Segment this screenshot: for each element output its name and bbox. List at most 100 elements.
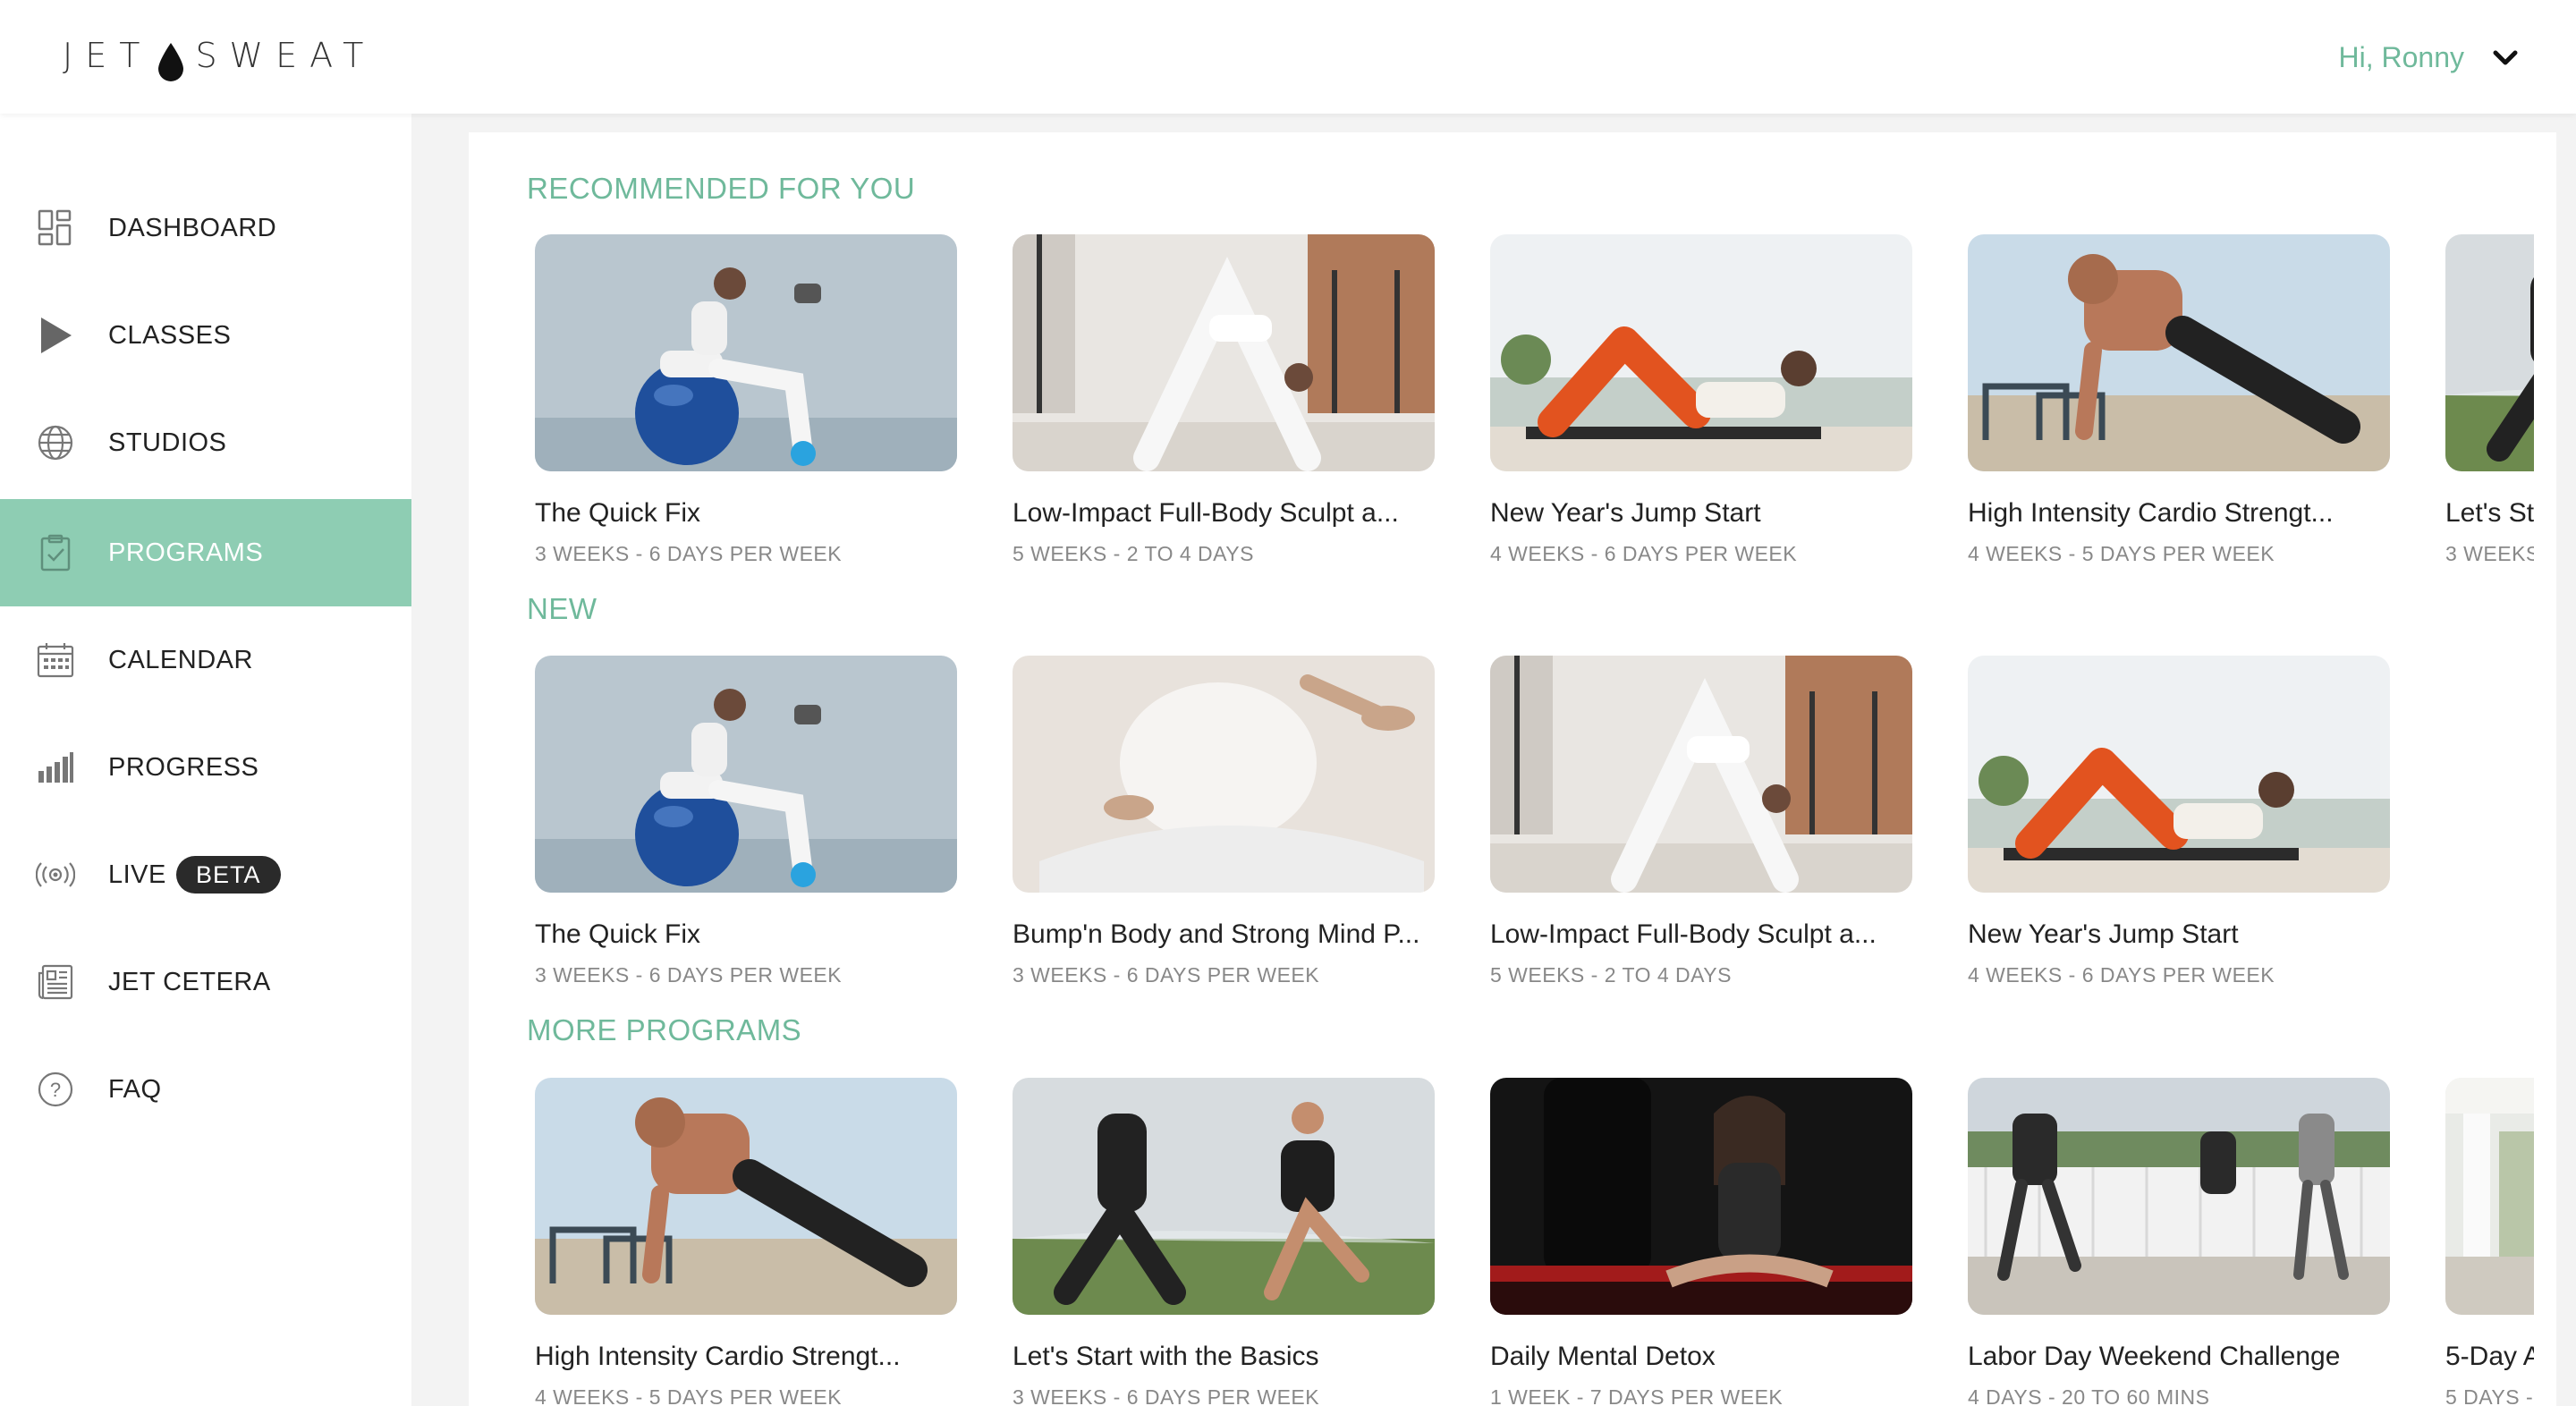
program-title[interactable]: The Quick Fix <box>535 919 1000 950</box>
broadcast-icon <box>36 855 75 894</box>
program-title[interactable]: Bump'n Body and Strong Mind P... <box>1013 919 1478 950</box>
water-drop-icon <box>158 43 184 81</box>
sidebar-item-classes[interactable]: CLASSES <box>0 282 411 389</box>
sidebar-item-programs[interactable]: PROGRAMS <box>0 499 411 606</box>
jetsweat-logo[interactable]: JET SWEAT <box>63 27 376 84</box>
top-header: JET SWEAT Hi, Ronny <box>0 0 2576 114</box>
globe-icon <box>36 423 75 462</box>
dashboard-icon <box>36 208 75 248</box>
program-title[interactable]: High Intensity Cardio Strengt... <box>535 1342 1000 1372</box>
sidebar-item-label: PROGRAMS <box>108 538 264 567</box>
program-thumbnail[interactable] <box>1968 234 2390 471</box>
sidebar-nav: DASHBOARD CLASSES STUDIOS PROGRAMS CALEN… <box>0 114 411 1406</box>
program-title[interactable]: The Quick Fix <box>535 498 1000 529</box>
program-title[interactable]: Let's Start with the Basics <box>1013 1342 1478 1372</box>
sidebar-item-calendar[interactable]: CALENDAR <box>0 606 411 714</box>
program-card[interactable]: The Quick Fix 3 WEEKS - 6 DAYS PER WEEK <box>535 234 957 574</box>
program-card[interactable]: Let's Start with the Basics 3 WEEKS - 6 D… <box>2445 234 2534 574</box>
program-title[interactable]: High Intensity Cardio Strengt... <box>1968 498 2433 529</box>
program-duration: 3 WEEKS - 6 DAYS PER WEEK <box>535 963 843 987</box>
program-duration: 4 WEEKS - 6 DAYS PER WEEK <box>1490 542 1798 565</box>
programs-content: RECOMMENDED FOR YOU The Quick Fix 3 WEEKS… <box>469 132 2556 1406</box>
program-duration: 1 WEEK - 7 DAYS PER WEEK <box>1490 1385 1784 1406</box>
question-icon: ? <box>36 1070 75 1109</box>
sidebar-item-label: STUDIOS <box>108 428 227 457</box>
program-duration: 5 WEEKS - 2 TO 4 DAYS <box>1013 542 1254 565</box>
program-title[interactable]: Low-Impact Full-Body Sculpt a... <box>1013 498 1478 529</box>
program-duration: 3 WEEKS - 6 DAYS PER WEEK <box>1013 963 1320 987</box>
program-thumbnail[interactable] <box>535 656 957 893</box>
logo-text-left: JET <box>63 36 153 75</box>
program-thumbnail[interactable] <box>1968 1078 2390 1315</box>
calendar-icon <box>36 640 75 680</box>
program-title[interactable]: New Year's Jump Start <box>1490 498 1955 529</box>
clipboard-icon <box>36 533 75 572</box>
logo-text-right: SWEAT <box>195 36 377 75</box>
program-thumbnail[interactable] <box>1013 656 1435 893</box>
sidebar-item-progress[interactable]: PROGRESS <box>0 714 411 821</box>
sidebar-item-label: JET CETERA <box>108 967 271 996</box>
program-thumbnail[interactable] <box>1490 656 1912 893</box>
program-duration: 4 WEEKS - 6 DAYS PER WEEK <box>1968 963 2275 987</box>
program-duration: 5 DAYS - 30 MINS <box>2445 1385 2534 1406</box>
program-title[interactable]: Daily Mental Detox <box>1490 1342 1955 1372</box>
program-thumbnail[interactable] <box>1490 234 1912 471</box>
program-card[interactable]: Low-Impact Full-Body Sculpt a... 5 WEEKS … <box>1013 234 1435 574</box>
program-title[interactable]: Low-Impact Full-Body Sculpt a... <box>1490 919 1955 950</box>
sidebar-item-label: LIVE <box>108 860 166 889</box>
sidebar-item-dashboard[interactable]: DASHBOARD <box>0 174 411 282</box>
program-thumbnail[interactable] <box>535 234 957 471</box>
sidebar-item-studios[interactable]: STUDIOS <box>0 389 411 496</box>
program-thumbnail[interactable] <box>2445 1078 2534 1315</box>
sidebar-item-label: FAQ <box>108 1074 162 1104</box>
section-title-recommended: RECOMMENDED FOR YOU <box>527 172 916 205</box>
section-title-more-programs: MORE PROGRAMS <box>527 1013 802 1046</box>
program-duration: 4 DAYS - 20 TO 60 MINS <box>1968 1385 2210 1406</box>
sidebar-item-label: CALENDAR <box>108 645 253 674</box>
program-duration: 3 WEEKS - 6 DAYS PER WEEK <box>535 542 843 565</box>
program-title[interactable]: Labor Day Weekend Challenge <box>1968 1342 2433 1372</box>
program-card[interactable]: Let's Start with the Basics3 WEEKS - 6 D… <box>1013 1078 1435 1406</box>
sidebar-item-live[interactable]: LIVE BETA <box>0 821 411 928</box>
program-duration: 4 WEEKS - 5 DAYS PER WEEK <box>1968 542 2275 565</box>
program-card[interactable]: Low-Impact Full-Body Sculpt a... 5 WEEKS … <box>1490 656 1912 995</box>
newspaper-icon <box>36 962 75 1002</box>
program-thumbnail[interactable] <box>2445 234 2534 471</box>
section-title-new: NEW <box>527 592 597 625</box>
program-duration: 3 WEEKS - 6 DAYS PER WEEK <box>2445 542 2534 565</box>
carousel-new[interactable]: The Quick Fix 3 WEEKS - 6 DAYS PER WEEK Bu… <box>535 656 2534 995</box>
program-card[interactable]: 5-Day Abs Challenge 5 DAYS - 30 MINS <box>2445 1078 2534 1406</box>
program-card[interactable]: New Year's Jump Start 4 WEEKS - 6 DAYS PE… <box>1968 656 2390 995</box>
user-greeting[interactable]: Hi, Ronny <box>2339 41 2465 74</box>
program-card[interactable]: New Year's Jump Start 4 WEEKS - 6 DAYS PE… <box>1490 234 1912 574</box>
program-card[interactable]: The Quick Fix 3 WEEKS - 6 DAYS PER WEEK <box>535 656 957 995</box>
sidebar-item-label: DASHBOARD <box>108 213 277 242</box>
bar-chart-icon <box>36 748 75 787</box>
sidebar-item-label: PROGRESS <box>108 752 259 782</box>
program-card[interactable]: Daily Mental Detox 1 WEEK - 7 DAYS PER WE… <box>1490 1078 1912 1406</box>
program-card[interactable]: High Intensity Cardio Strengt... 4 WEEKS … <box>1968 234 2390 574</box>
svg-text:?: ? <box>50 1079 61 1101</box>
program-card[interactable]: Bump'n Body and Strong Mind P... 3 WEEKS … <box>1013 656 1435 995</box>
carousel-recommended[interactable]: The Quick Fix 3 WEEKS - 6 DAYS PER WEEK Lo… <box>535 234 2534 574</box>
program-thumbnail[interactable] <box>1968 656 2390 893</box>
program-card[interactable]: High Intensity Cardio Strengt... 4 WEEKS … <box>535 1078 957 1406</box>
program-thumbnail[interactable] <box>535 1078 957 1315</box>
program-title[interactable]: 5-Day Abs Challenge <box>2445 1342 2534 1372</box>
sidebar-item-jet-cetera[interactable]: JET CETERA <box>0 928 411 1036</box>
play-icon <box>36 316 75 355</box>
program-thumbnail[interactable] <box>1490 1078 1912 1315</box>
program-duration: 4 WEEKS - 5 DAYS PER WEEK <box>535 1385 843 1406</box>
beta-badge: BETA <box>176 856 281 894</box>
program-thumbnail[interactable] <box>1013 1078 1435 1315</box>
sidebar-item-label: CLASSES <box>108 320 232 350</box>
program-duration: 5 WEEKS - 2 TO 4 DAYS <box>1490 963 1732 987</box>
program-card[interactable]: Labor Day Weekend Challenge 4 DAYS - 20 T… <box>1968 1078 2390 1406</box>
sidebar-item-faq[interactable]: ? FAQ <box>0 1036 411 1143</box>
program-thumbnail[interactable] <box>1013 234 1435 471</box>
program-duration: 3 WEEKS - 6 DAYS PER WEEK <box>1013 1385 1320 1406</box>
carousel-more-programs[interactable]: High Intensity Cardio Strengt... 4 WEEKS … <box>535 1078 2534 1406</box>
program-title[interactable]: New Year's Jump Start <box>1968 919 2433 950</box>
program-title[interactable]: Let's Start with the Basics <box>2445 498 2534 529</box>
chevron-down-icon[interactable] <box>2488 41 2522 75</box>
